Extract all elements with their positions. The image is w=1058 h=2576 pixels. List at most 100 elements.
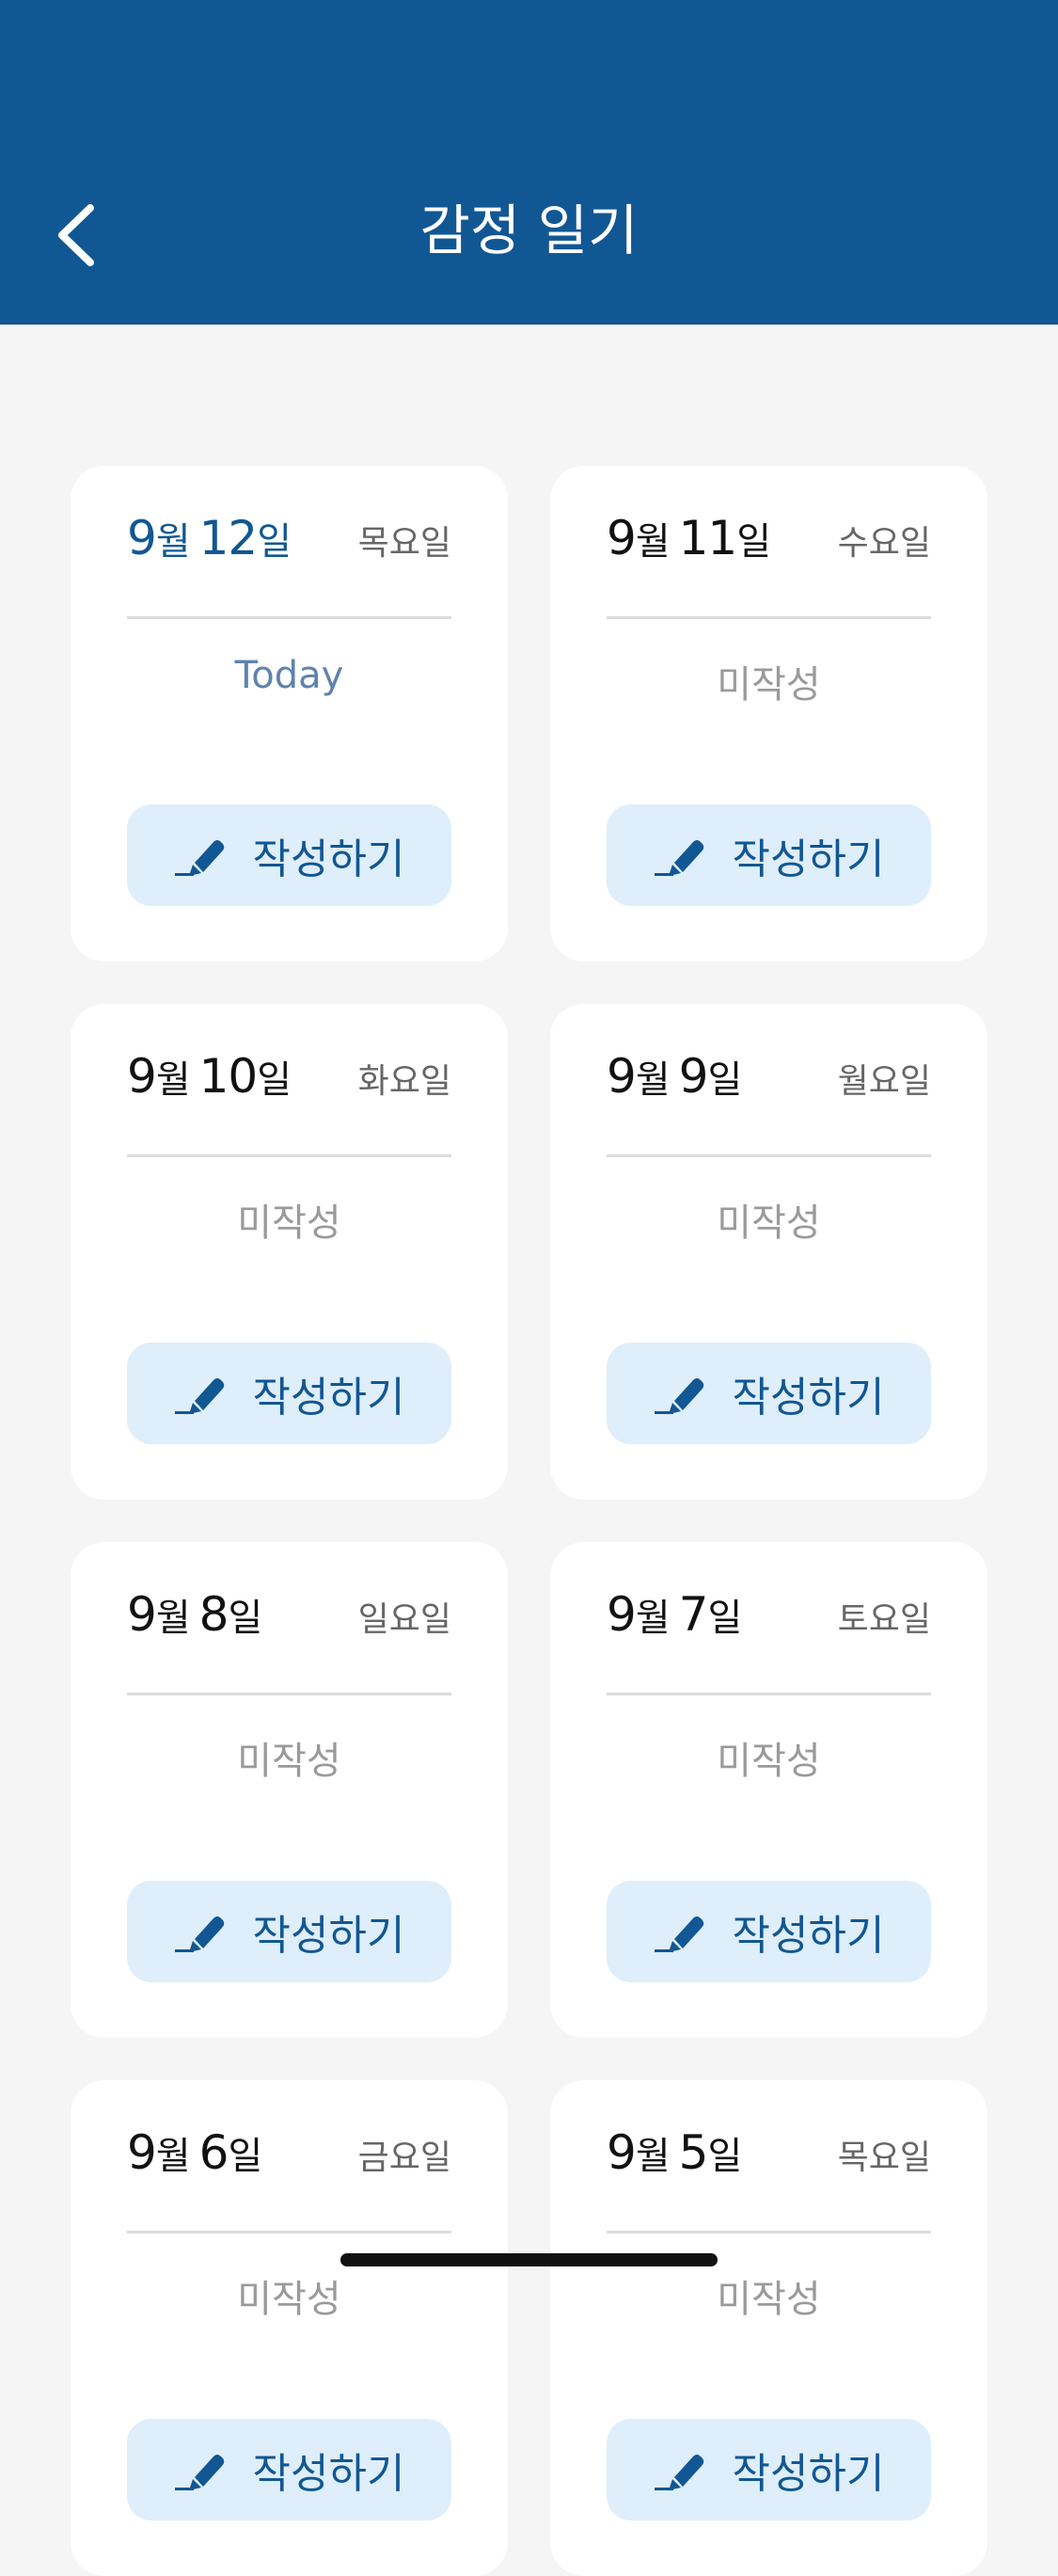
diary-card: 9월 12일 목요일 Today 작성하기 <box>71 466 508 962</box>
card-header: 9월 10일 화요일 <box>127 1049 451 1105</box>
month-unit: 월 <box>155 1597 191 1640</box>
card-weekday: 목요일 <box>357 524 451 563</box>
card-divider <box>607 1693 931 1695</box>
card-status: 미작성 <box>717 2278 821 2321</box>
app-header: 감정 일기 <box>0 0 1058 325</box>
card-status: 미작성 <box>717 1201 821 1245</box>
card-weekday: 수요일 <box>837 524 931 563</box>
card-date: 9월 8일 <box>127 1587 262 1642</box>
month-unit: 월 <box>155 520 191 564</box>
month-unit: 월 <box>635 1058 671 1102</box>
month-number: 9 <box>127 1587 157 1642</box>
card-header: 9월 12일 목요일 <box>127 511 451 567</box>
pencil-icon <box>654 2455 703 2490</box>
card-status: Today <box>234 654 344 697</box>
card-status: 미작성 <box>237 1201 341 1245</box>
card-divider <box>127 616 451 619</box>
write-button-label: 작성하기 <box>732 835 885 883</box>
card-status: 미작성 <box>237 1740 341 1783</box>
write-button[interactable]: 작성하기 <box>607 1881 931 1982</box>
card-weekday: 일요일 <box>357 1600 451 1639</box>
write-button-label: 작성하기 <box>252 1912 405 1960</box>
card-divider <box>607 2231 931 2234</box>
day-unit: 일 <box>707 2135 742 2178</box>
write-button[interactable]: 작성하기 <box>127 1881 451 1982</box>
card-date: 9월 6일 <box>127 2125 262 2180</box>
card-weekday: 목요일 <box>837 2139 931 2177</box>
month-unit: 월 <box>635 1597 671 1640</box>
diary-card: 9월 5일 목요일 미작성 작성하기 <box>550 2080 987 2576</box>
card-header: 9월 6일 금요일 <box>127 2125 451 2182</box>
card-status: 미작성 <box>237 2278 341 2321</box>
month-number: 9 <box>127 2125 157 2180</box>
card-date: 9월 12일 <box>127 511 292 565</box>
write-button-label: 작성하기 <box>732 2450 885 2498</box>
day-unit: 일 <box>257 520 292 564</box>
pencil-icon <box>174 2455 224 2490</box>
day-number: 8 <box>198 1587 229 1642</box>
month-unit: 월 <box>155 2135 191 2178</box>
write-button[interactable]: 작성하기 <box>607 804 931 906</box>
card-weekday: 토요일 <box>837 1600 931 1639</box>
day-unit: 일 <box>228 1597 262 1640</box>
card-date: 9월 10일 <box>127 1049 292 1104</box>
day-unit: 일 <box>707 1058 742 1102</box>
month-number: 9 <box>127 1049 157 1104</box>
pencil-icon <box>174 1378 224 1414</box>
diary-card: 9월 8일 일요일 미작성 작성하기 <box>71 1542 508 2038</box>
diary-card: 9월 10일 화요일 미작성 작성하기 <box>71 1004 508 1500</box>
day-number: 6 <box>198 2125 229 2180</box>
month-unit: 월 <box>155 1058 191 1102</box>
card-header: 9월 5일 목요일 <box>607 2125 931 2182</box>
card-date: 9월 9일 <box>607 1049 742 1104</box>
card-header: 9월 9일 월요일 <box>607 1049 931 1105</box>
card-status: 미작성 <box>717 663 821 707</box>
diary-card: 9월 11일 수요일 미작성 작성하기 <box>550 466 987 962</box>
card-divider <box>127 1693 451 1695</box>
write-button[interactable]: 작성하기 <box>607 2419 931 2520</box>
day-unit: 일 <box>707 1597 742 1640</box>
day-unit: 일 <box>736 520 771 564</box>
write-button-label: 작성하기 <box>732 1912 885 1960</box>
day-number: 11 <box>678 511 738 565</box>
card-weekday: 금요일 <box>357 2139 451 2177</box>
day-unit: 일 <box>228 2135 262 2178</box>
pencil-icon <box>654 840 703 876</box>
card-divider <box>607 1154 931 1157</box>
write-button[interactable]: 작성하기 <box>127 1343 451 1444</box>
home-indicator[interactable] <box>340 2253 718 2266</box>
card-header: 9월 11일 수요일 <box>607 511 931 567</box>
write-button[interactable]: 작성하기 <box>127 2419 451 2520</box>
card-header: 9월 7일 토요일 <box>607 1587 931 1644</box>
card-date: 9월 11일 <box>607 511 771 565</box>
write-button-label: 작성하기 <box>252 2450 405 2498</box>
card-date: 9월 5일 <box>607 2125 742 2180</box>
diary-card: 9월 9일 월요일 미작성 작성하기 <box>550 1004 987 1500</box>
diary-card: 9월 7일 토요일 미작성 작성하기 <box>550 1542 987 2038</box>
write-button[interactable]: 작성하기 <box>127 804 451 906</box>
month-number: 9 <box>127 511 157 565</box>
month-unit: 월 <box>635 520 671 564</box>
day-number: 10 <box>198 1049 259 1104</box>
month-number: 9 <box>607 1049 637 1104</box>
page-title: 감정 일기 <box>419 199 639 262</box>
card-divider <box>127 2231 451 2234</box>
pencil-icon <box>654 1916 703 1952</box>
month-number: 9 <box>607 2125 637 2180</box>
day-number: 7 <box>678 1587 709 1642</box>
card-weekday: 월요일 <box>837 1062 931 1101</box>
write-button-label: 작성하기 <box>732 1374 885 1422</box>
pencil-icon <box>654 1378 703 1414</box>
day-number: 12 <box>198 511 259 565</box>
card-divider <box>127 1154 451 1157</box>
write-button[interactable]: 작성하기 <box>607 1343 931 1444</box>
day-number: 5 <box>678 2125 709 2180</box>
card-status: 미작성 <box>717 1740 821 1783</box>
day-unit: 일 <box>257 1058 292 1102</box>
month-number: 9 <box>607 511 637 565</box>
month-number: 9 <box>607 1587 637 1642</box>
card-header: 9월 8일 일요일 <box>127 1587 451 1644</box>
pencil-icon <box>174 840 224 876</box>
card-weekday: 화요일 <box>357 1062 451 1101</box>
month-unit: 월 <box>635 2135 671 2178</box>
